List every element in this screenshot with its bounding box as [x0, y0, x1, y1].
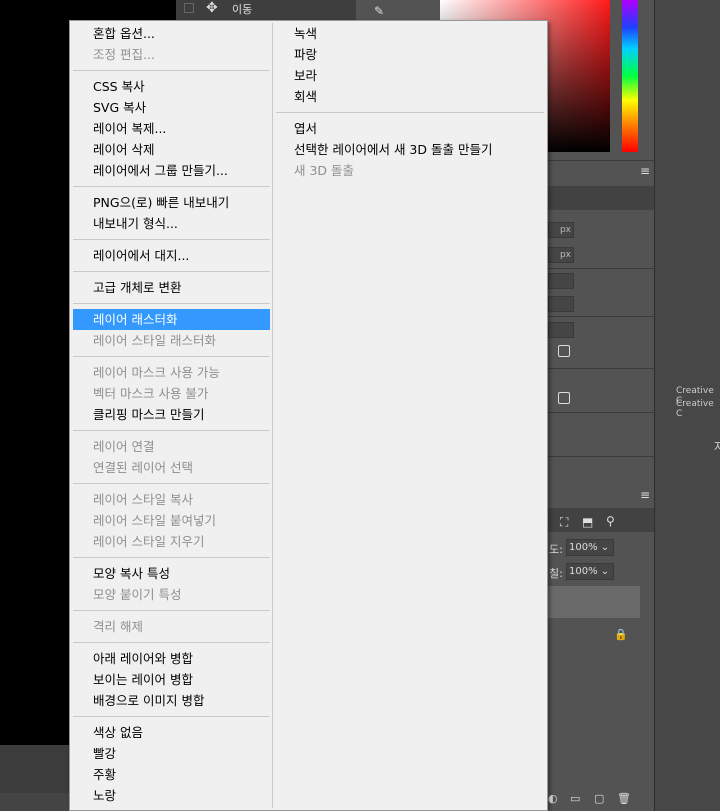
- menu-item: 새 3D 돌출: [294, 163, 355, 178]
- selected-layer-row[interactable]: [548, 586, 640, 618]
- menu-item[interactable]: 노랑: [73, 785, 270, 806]
- menu-item[interactable]: 색상 없음: [73, 722, 270, 743]
- menu-item[interactable]: SVG 복사: [73, 97, 270, 118]
- menu-item: 모양 붙이기 특성: [93, 587, 182, 602]
- adjustment-icon[interactable]: ◐: [548, 792, 558, 805]
- menu-separator: [73, 303, 270, 304]
- menu-item[interactable]: 회색: [276, 86, 544, 107]
- menu-separator: [73, 356, 270, 357]
- menu-item: 레이어 스타일 지우기: [93, 534, 205, 549]
- menu-item[interactable]: 아래 레이어와 병합: [73, 648, 270, 669]
- menu-column-divider: [272, 23, 273, 808]
- side-glyph: 자: [714, 440, 720, 454]
- opacity-label: 도:: [549, 543, 563, 556]
- opacity-input[interactable]: 100% ⌄: [566, 539, 614, 556]
- menu-separator: [73, 271, 270, 272]
- hue-slider[interactable]: [622, 0, 638, 152]
- menu-separator: [73, 557, 270, 558]
- transform-icon[interactable]: ⛶: [560, 515, 568, 530]
- move-tool-label: 이동: [232, 3, 253, 16]
- artboard-icon[interactable]: ⬒: [582, 515, 593, 529]
- menu-item[interactable]: 레이어에서 대지...: [73, 245, 270, 266]
- menu-item[interactable]: 레이어 래스터화: [73, 309, 270, 330]
- brush-icon[interactable]: ✎: [374, 4, 392, 20]
- stroke-type-dropdown[interactable]: [548, 296, 574, 312]
- menu-item[interactable]: CSS 복사: [73, 76, 270, 97]
- menu-item[interactable]: 주황: [73, 764, 270, 785]
- lock-toggle-icon[interactable]: ⚲: [606, 514, 615, 528]
- height-input[interactable]: px: [548, 247, 574, 263]
- menu-item[interactable]: PNG으(로) 빠른 내보내기: [73, 192, 270, 213]
- menu-item: 연결된 레이어 선택: [93, 460, 193, 475]
- menu-separator: [73, 70, 270, 71]
- corner-shape-icon-2[interactable]: [558, 392, 570, 404]
- tool-options-bar: ✥ 이동: [176, 0, 356, 20]
- fill-input[interactable]: 100% ⌄: [566, 563, 614, 580]
- menu-item[interactable]: 보이는 레이어 병합: [73, 669, 270, 690]
- menu-separator: [73, 716, 270, 717]
- stroke-dropdown[interactable]: [548, 273, 574, 289]
- menu-item[interactable]: 레이어 삭제: [73, 139, 270, 160]
- auto-select-checkbox[interactable]: [184, 3, 194, 13]
- lock-icon: 🔒: [614, 628, 628, 641]
- menu-separator: [73, 430, 270, 431]
- menu-item[interactable]: 엽서: [276, 118, 544, 139]
- panel-menu-icon[interactable]: ≡: [640, 164, 650, 178]
- menu-separator: [276, 112, 544, 113]
- menu-item: 레이어 마스크 사용 가능: [93, 365, 220, 380]
- menu-item: 격리 해제: [93, 619, 143, 634]
- menu-separator: [73, 186, 270, 187]
- menu-item[interactable]: 보라: [276, 65, 544, 86]
- corner-shape-icon[interactable]: [558, 345, 570, 357]
- menu-item[interactable]: 배경으로 이미지 병합: [73, 690, 270, 711]
- corner-input[interactable]: [548, 322, 574, 338]
- menu-item: 레이어 연결: [93, 439, 155, 454]
- menu-item[interactable]: 파랑: [276, 44, 544, 65]
- width-input[interactable]: px: [548, 222, 574, 238]
- menu-item[interactable]: 레이어에서 그룹 만들기...: [73, 160, 270, 181]
- menu-item[interactable]: 고급 개체로 변환: [73, 277, 270, 298]
- menu-separator: [73, 610, 270, 611]
- menu-item[interactable]: 레이어 복제...: [73, 118, 270, 139]
- menu-item[interactable]: 선택한 레이어에서 새 3D 돌출 만들기: [276, 139, 544, 160]
- menu-item[interactable]: 녹색: [276, 23, 544, 44]
- panel-header: [548, 186, 654, 210]
- menu-separator: [73, 642, 270, 643]
- menu-item: 레이어 스타일 붙여넣기: [93, 513, 216, 528]
- menu-item[interactable]: 내보내기 형식...: [73, 213, 270, 234]
- menu-item: 조정 편집...: [93, 47, 155, 62]
- menu-item: 레이어 스타일 복사: [93, 492, 193, 507]
- menu-item[interactable]: 혼합 옵션...: [73, 23, 270, 44]
- menu-separator: [73, 483, 270, 484]
- layers-panel-menu-icon[interactable]: ≡: [640, 488, 650, 502]
- layer-context-menu: 혼합 옵션... 조정 편집... CSS 복사 SVG 복사 레이어 복제... 레이어…: [69, 20, 548, 811]
- menu-item[interactable]: 클리핑 마스크 만들기: [73, 404, 270, 425]
- trash-icon[interactable]: 🗑: [617, 792, 631, 805]
- menu-separator: [73, 239, 270, 240]
- move-arrows-icon: ✥: [206, 0, 218, 16]
- new-layer-icon[interactable]: ▢: [594, 792, 604, 805]
- fill-label: 칠:: [549, 567, 563, 580]
- menu-item: 레이어 스타일 래스터화: [93, 333, 216, 348]
- menu-item[interactable]: 빨강: [73, 743, 270, 764]
- menu-item: 벡터 마스크 사용 불가: [93, 386, 209, 401]
- menu-item[interactable]: 모양 복사 특성: [73, 563, 270, 584]
- creative-cloud-text-2: Creative C: [676, 399, 714, 419]
- folder-icon[interactable]: ▭: [570, 792, 580, 805]
